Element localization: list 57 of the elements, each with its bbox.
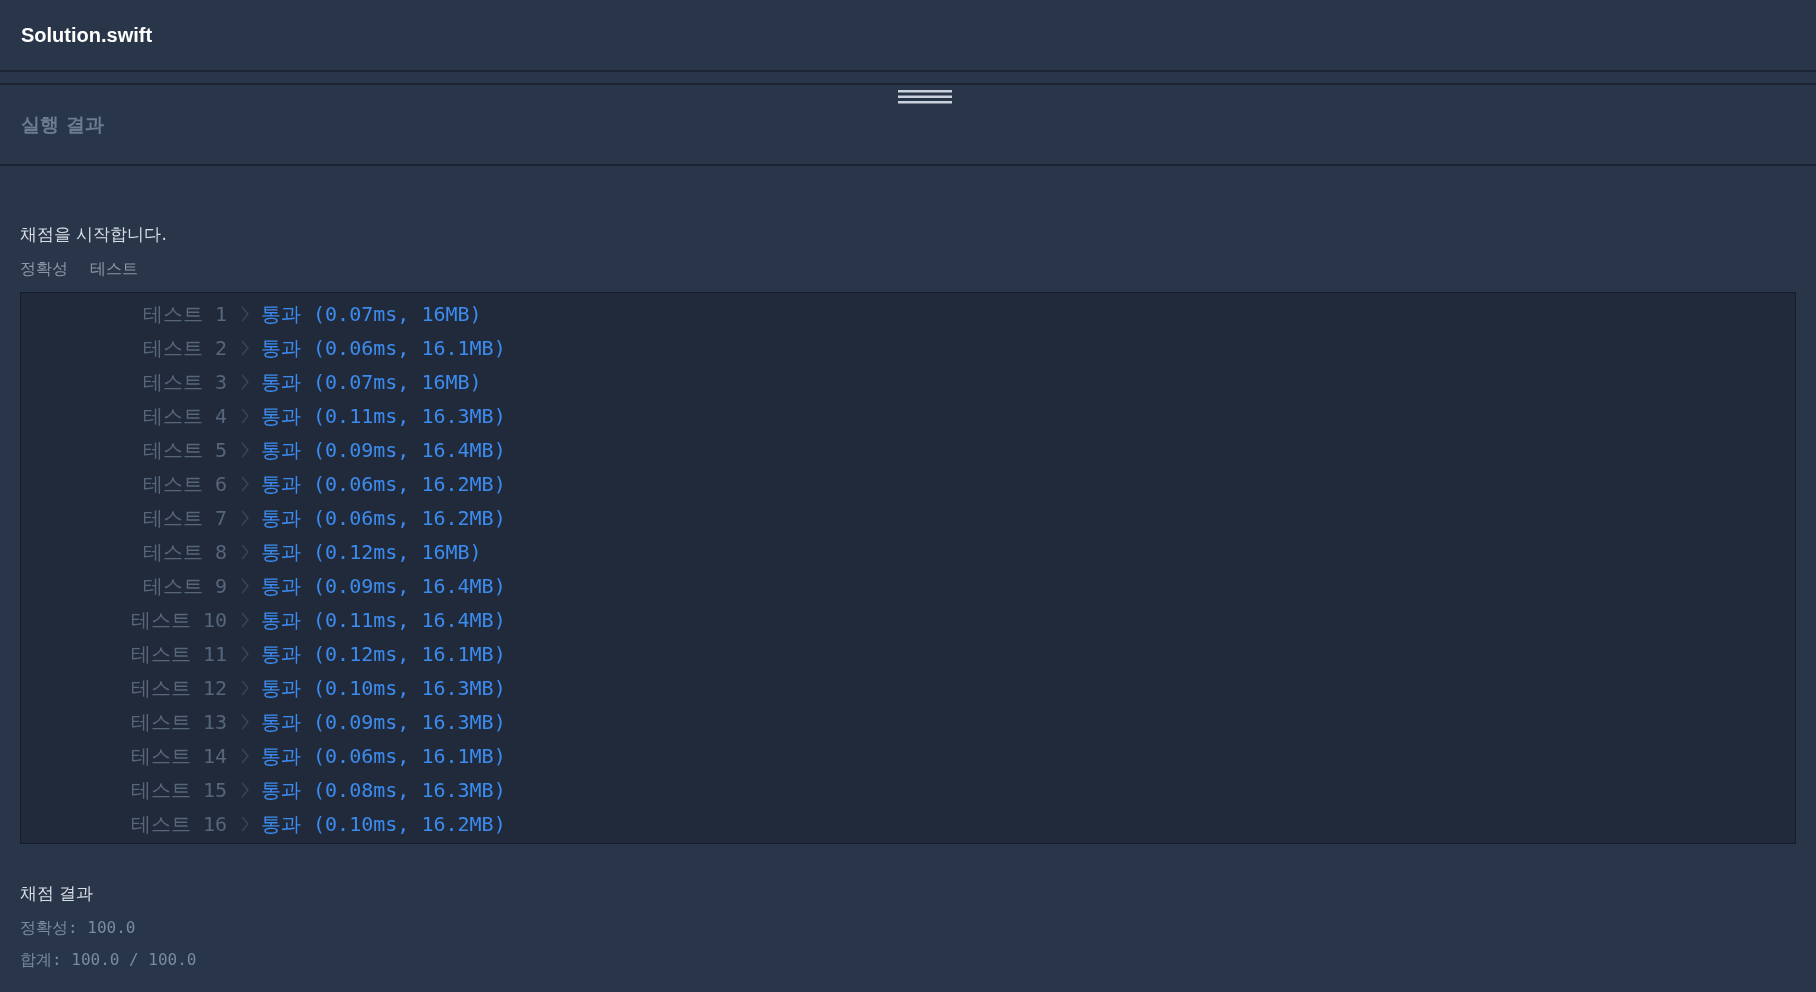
chevron-icon <box>241 306 249 322</box>
test-label: 테스트 8 <box>141 538 227 566</box>
test-label: 테스트 1 <box>141 300 227 328</box>
test-result: 통과 (0.11ms, 16.4MB) <box>261 606 506 634</box>
test-result: 통과 (0.09ms, 16.4MB) <box>261 572 506 600</box>
chevron-icon <box>241 544 249 560</box>
chevron-icon <box>241 816 249 832</box>
test-result: 통과 (0.08ms, 16.3MB) <box>261 776 506 804</box>
chevron-icon <box>241 578 249 594</box>
chevron-icon <box>241 646 249 662</box>
chevron-icon <box>241 680 249 696</box>
chevron-icon <box>241 782 249 798</box>
test-label: 테스트 2 <box>141 334 227 362</box>
drag-handle-icon[interactable] <box>898 90 952 104</box>
test-label: 테스트 3 <box>141 368 227 396</box>
section-title: 테스트 <box>90 259 138 280</box>
test-result: 통과 (0.06ms, 16.1MB) <box>261 742 506 770</box>
test-result: 통과 (0.10ms, 16.3MB) <box>261 674 506 702</box>
test-result: 통과 (0.11ms, 16.3MB) <box>261 402 506 430</box>
chevron-icon <box>241 748 249 764</box>
test-label: 테스트 12 <box>129 674 227 702</box>
summary-line: 합계: 100.0 / 100.0 <box>20 950 198 971</box>
test-label: 테스트 11 <box>129 640 227 668</box>
test-label: 테스트 6 <box>141 470 227 498</box>
summary-line: 정확성: 100.0 <box>20 918 137 939</box>
start-message: 채점을 시작합니다. <box>20 223 168 246</box>
chevron-icon <box>241 612 249 628</box>
test-label: 테스트 10 <box>129 606 227 634</box>
test-result: 통과 (0.10ms, 16.2MB) <box>261 810 506 838</box>
test-result: 통과 (0.06ms, 16.1MB) <box>261 334 506 362</box>
summary-title: 채점 결과 <box>20 882 95 905</box>
test-result: 통과 (0.09ms, 16.4MB) <box>261 436 506 464</box>
test-label: 테스트 7 <box>141 504 227 532</box>
test-label: 테스트 14 <box>129 742 227 770</box>
test-result: 통과 (0.07ms, 16MB) <box>261 368 482 396</box>
test-result: 통과 (0.12ms, 16.1MB) <box>261 640 506 668</box>
chevron-icon <box>241 442 249 458</box>
chevron-icon <box>241 714 249 730</box>
test-result: 통과 (0.12ms, 16MB) <box>261 538 482 566</box>
chevron-icon <box>241 408 249 424</box>
file-name: Solution.swift <box>21 23 153 47</box>
panel-title: 실행 결과 <box>21 111 104 137</box>
test-result: 통과 (0.07ms, 16MB) <box>261 300 482 328</box>
test-result: 통과 (0.09ms, 16.3MB) <box>261 708 506 736</box>
chevron-icon <box>241 374 249 390</box>
test-label: 테스트 5 <box>141 436 227 464</box>
chevron-icon <box>241 476 249 492</box>
test-label: 테스트 4 <box>141 402 227 430</box>
section-title: 정확성 <box>20 259 68 280</box>
test-label: 테스트 15 <box>129 776 227 804</box>
test-label: 테스트 13 <box>129 708 227 736</box>
chevron-icon <box>241 340 249 356</box>
test-result: 통과 (0.06ms, 16.2MB) <box>261 504 506 532</box>
test-label: 테스트 9 <box>141 572 227 600</box>
chevron-icon <box>241 510 249 526</box>
test-result: 통과 (0.06ms, 16.2MB) <box>261 470 506 498</box>
test-label: 테스트 16 <box>129 810 227 838</box>
